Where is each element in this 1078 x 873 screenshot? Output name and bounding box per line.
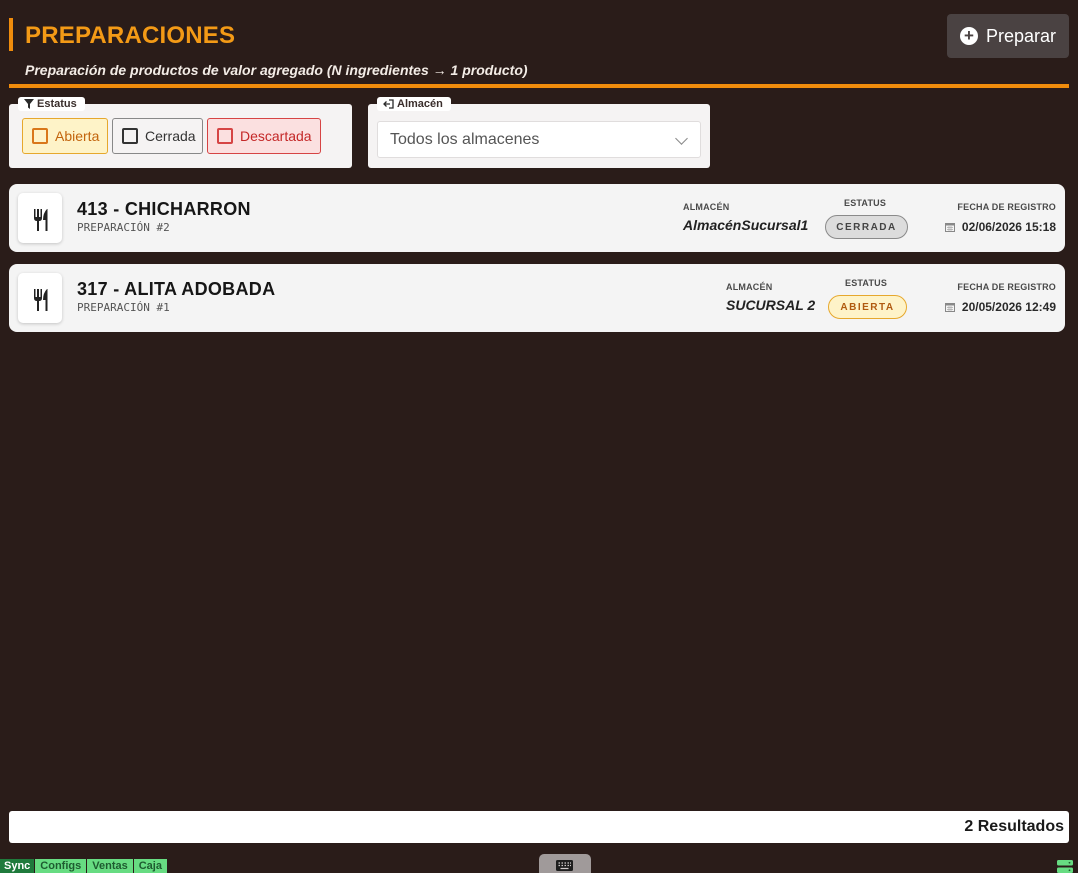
status-badge: ABIERTA (828, 295, 907, 319)
status-label: ESTATUS (844, 198, 887, 208)
warehouse-label: ALMACÉN (726, 282, 773, 292)
status-tab-sync[interactable]: Sync (0, 859, 35, 873)
calendar-icon (944, 223, 955, 232)
sign-in-icon (383, 99, 394, 109)
status-filter-legend: Estatus (18, 97, 85, 111)
filter-chip-abierta[interactable]: Abierta (22, 118, 108, 154)
status-tab-ventas[interactable]: Ventas (87, 859, 133, 873)
filter-icon (24, 99, 34, 109)
date-label: FECHA DE REGISTRO (957, 202, 1056, 212)
warehouse-select-value: Todos los almacenes (390, 130, 540, 148)
filter-chip-label: Cerrada (145, 128, 196, 144)
status-tab-configs[interactable]: Configs (35, 859, 87, 873)
row-title: 317 - ALITA ADOBADA (77, 279, 276, 299)
results-bar: 2 Resultados (9, 811, 1069, 843)
status-tab-caja[interactable]: Caja (133, 859, 167, 873)
plus-circle-icon: + (959, 27, 978, 45)
status-label: ESTATUS (845, 278, 888, 288)
row-subtitle: PREPARACIÓN #2 (77, 221, 170, 234)
date-label: FECHA DE REGISTRO (957, 282, 1056, 292)
registration-date: 02/06/2026 15:18 (944, 220, 1056, 234)
filter-chip-descartada[interactable]: Descartada (207, 118, 321, 154)
row-title: 413 - CHICHARRON (77, 199, 251, 219)
page-subtitle: Preparación de productos de valor agrega… (25, 62, 528, 78)
warehouse-label: ALMACÉN (683, 202, 730, 212)
keyboard-toggle-button[interactable] (539, 854, 591, 873)
server-status-icon[interactable] (1057, 860, 1073, 873)
status-filter: Estatus Abierta Cerrada Descartada (9, 97, 352, 168)
filter-chip-label: Abierta (55, 128, 100, 144)
keyboard-icon (556, 860, 573, 871)
warehouse-filter-label: Almacén (397, 98, 443, 110)
title-accent-bar (9, 18, 13, 51)
list-item[interactable]: 317 - ALITA ADOBADA PREPARACIÓN #1 ALMAC… (9, 264, 1065, 332)
utensils-icon (18, 193, 62, 243)
checkbox-icon (32, 128, 48, 144)
utensils-icon (18, 273, 62, 323)
list-item[interactable]: 413 - CHICHARRON PREPARACIÓN #2 ALMACÉN … (9, 184, 1065, 252)
status-filter-label: Estatus (37, 98, 77, 110)
warehouse-filter-legend: Almacén (377, 97, 451, 111)
date-value: 20/05/2026 12:49 (961, 300, 1056, 314)
page-title: PREPARACIONES (25, 22, 236, 49)
filter-chip-label: Descartada (240, 128, 312, 144)
results-count: 2 Resultados (964, 818, 1064, 835)
warehouse-value: SUCURSAL 2 (726, 297, 816, 313)
prepare-button[interactable]: + Preparar (947, 14, 1069, 58)
row-subtitle: PREPARACIÓN #1 (77, 301, 170, 314)
registration-date: 20/05/2026 12:49 (944, 300, 1056, 314)
warehouse-select[interactable]: Todos los almacenes (377, 121, 701, 158)
checkbox-icon (122, 128, 138, 144)
prepare-button-label: Preparar (985, 25, 1057, 46)
checkbox-icon (217, 128, 233, 144)
page-header: PREPARACIONES Preparación de productos d… (9, 14, 1069, 88)
date-value: 02/06/2026 15:18 (961, 220, 1056, 234)
warehouse-filter: Almacén Todos los almacenes (368, 97, 710, 168)
filter-chip-cerrada[interactable]: Cerrada (112, 118, 203, 154)
calendar-icon (944, 303, 955, 312)
status-bar: Sync Configs Ventas Caja (0, 859, 168, 873)
chevron-down-icon (675, 132, 688, 145)
status-badge: CERRADA (825, 215, 908, 239)
warehouse-value: AlmacénSucursal1 (683, 217, 809, 233)
